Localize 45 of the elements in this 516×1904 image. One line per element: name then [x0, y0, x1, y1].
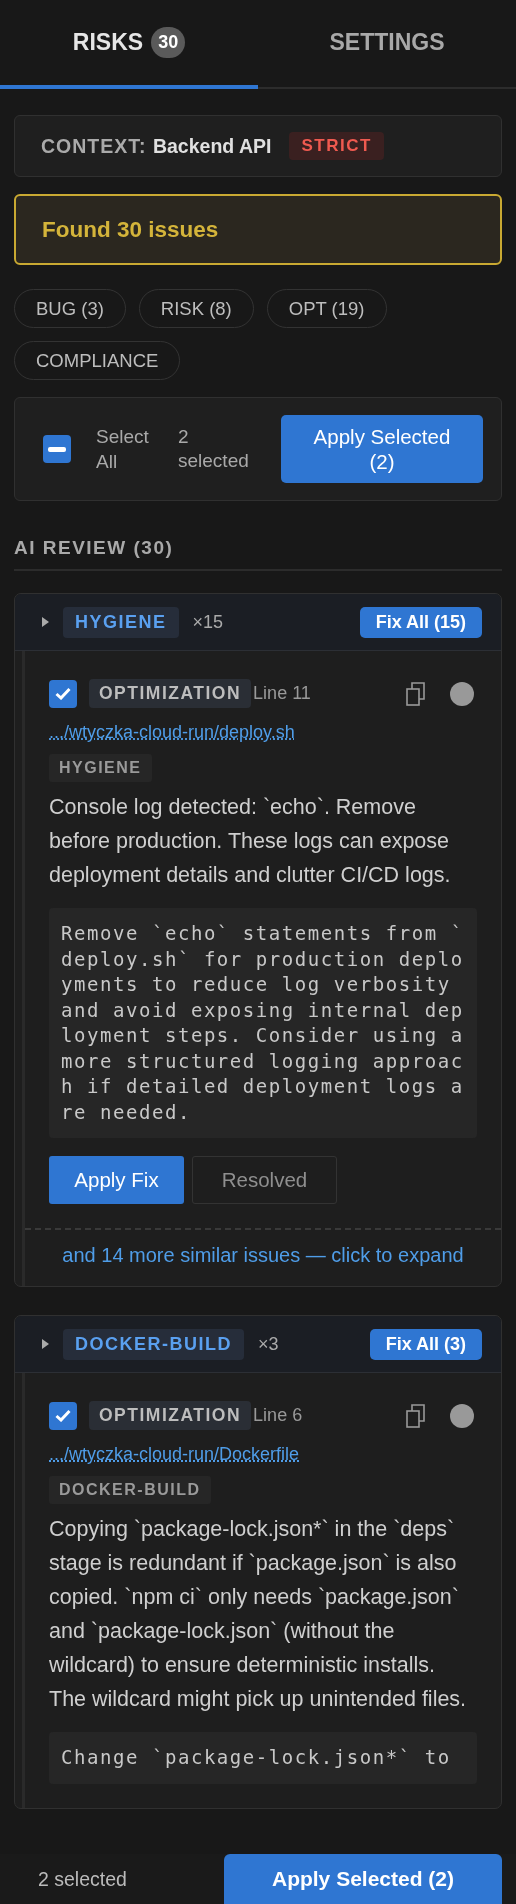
section-title: AI REVIEW (30)	[14, 537, 502, 571]
check-icon	[55, 687, 71, 700]
check-icon	[55, 1409, 71, 1422]
apply-selected-button[interactable]: Apply Selected (2)	[281, 415, 483, 483]
issue-description: Console log detected: `echo`. Remove before production. These logs can expose deployment details and clutter CI/CD logs.	[49, 794, 452, 889]
line-number: Line 6	[253, 1405, 303, 1426]
copy-icon[interactable]	[406, 1403, 425, 1428]
copy-icon[interactable]	[406, 681, 425, 706]
caret-icon[interactable]	[42, 1339, 49, 1349]
issue-description: Copying `package-lock.json*` in the `deps` stage is redundant if `package.json` is also copied. `npm ci` only needs `package.json` and `package-lock.json` (without the wildcard) to ensure deterministic installs. The wildcard might pick up unintended files.	[49, 1516, 468, 1713]
checkbox[interactable]	[49, 1401, 77, 1430]
minus-icon	[48, 446, 66, 452]
count-badge: 30	[151, 27, 186, 58]
type-badge: OPTIMIZATION	[89, 1401, 252, 1430]
issues-alert: Found 30 issues	[14, 194, 502, 265]
checkbox[interactable]	[49, 679, 77, 708]
category-tag: HYGIENE	[49, 754, 152, 782]
fix-all-button[interactable]: Fix All (3)	[369, 1328, 482, 1360]
group-tag: HYGIENE	[63, 606, 179, 638]
select-all-checkbox[interactable]	[43, 435, 71, 463]
file-link[interactable]: .../wtyczka-cloud-run/Dockerfile	[49, 1444, 300, 1465]
caret-icon[interactable]	[42, 617, 49, 627]
type-badge: OPTIMIZATION	[89, 679, 252, 708]
tab[interactable]: RISKS 30	[0, 0, 258, 89]
line-number: Line 11	[253, 683, 311, 704]
file-link[interactable]: .../wtyczka-cloud-run/deploy.sh	[49, 722, 295, 743]
suggestion-code: Remove `echo` statements from `deploy.sh` for production deployments to reduce log verbosity and avoid exposing internal deployment steps. Consider using a more structured logging approach if detailed deployment logs are needed.	[49, 908, 477, 1138]
status-dot-icon[interactable]	[450, 1403, 474, 1428]
group-count: ×15	[192, 611, 224, 633]
status-dot-icon[interactable]	[450, 681, 474, 706]
expand-link[interactable]: and 14 more similar issues — click to expand	[62, 1244, 464, 1266]
mode-badge: STRICT	[289, 132, 384, 160]
group-count: ×3	[258, 1333, 279, 1355]
category-tag: DOCKER-BUILD	[49, 1476, 211, 1504]
selected-count: 2 selected	[38, 1867, 127, 1891]
selected-count: 2 selected	[178, 425, 250, 473]
group-tag: DOCKER-BUILD	[63, 1328, 244, 1360]
apply-selected-button[interactable]: Apply Selected (2)	[224, 1854, 502, 1904]
apply-fix-button[interactable]: Apply Fix	[49, 1156, 184, 1204]
fix-all-button[interactable]: Fix All (15)	[359, 606, 482, 638]
suggestion-code: Change `package-lock.json*` to	[49, 1732, 477, 1784]
tab[interactable]: SETTINGS	[258, 0, 516, 89]
select-all-label[interactable]: Select All	[96, 424, 156, 474]
context-label: CONTEXT: Backend API	[41, 134, 272, 158]
resolved-button[interactable]: Resolved	[192, 1156, 337, 1204]
